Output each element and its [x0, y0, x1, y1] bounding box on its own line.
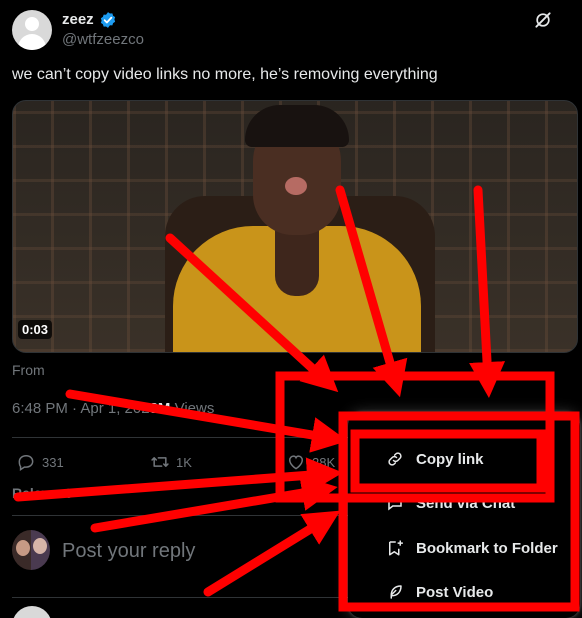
menu-item-label: Copy link [416, 450, 484, 468]
like-count: 28K [312, 454, 336, 470]
video-timestamp: 0:03 [18, 320, 53, 339]
menu-item-label: Post Video [416, 583, 494, 601]
like-button[interactable]: 28K [286, 452, 335, 472]
post-timestamp[interactable]: 6:48 PM · Apr 1, 202 [12, 400, 150, 417]
link-icon [388, 452, 402, 466]
chat-icon [388, 497, 402, 511]
next-reply-avatar[interactable] [12, 606, 52, 618]
share-menu: Copy link Send via Chat Bookmark to Fold… [348, 412, 580, 618]
heart-icon [288, 455, 304, 470]
menu-item-post-video[interactable]: Post Video [348, 570, 580, 614]
menu-item-label: Bookmark to Folder [416, 539, 558, 557]
reply-button[interactable]: 331 [16, 452, 64, 472]
repost-icon [151, 457, 169, 467]
reply-input[interactable]: Post your reply [62, 540, 195, 563]
menu-item-label: Send via Chat [416, 494, 516, 512]
menu-item-copy-link[interactable]: Copy link [348, 437, 580, 481]
reply-avatar [12, 530, 50, 570]
feather-icon [390, 585, 402, 599]
views-count: 3M [149, 400, 171, 417]
verified-badge-icon [100, 12, 116, 28]
sort-label: Relevant [12, 485, 71, 501]
reply-count: 331 [42, 454, 64, 470]
post-meta: 6:48 PM · Apr 1, 2023M Views [12, 400, 214, 417]
bookmark-plus-icon [389, 540, 403, 556]
chevron-down-icon [75, 490, 84, 496]
tweet-text: we can’t copy video links no more, he’s … [12, 66, 438, 83]
views-label: Views [174, 400, 215, 417]
reply-icon [18, 454, 34, 471]
repost-count: 1K [176, 454, 192, 470]
repost-button[interactable]: 1K [150, 452, 192, 472]
author-handle[interactable]: @wtfzeezco [62, 31, 144, 48]
from-label: From [12, 362, 45, 378]
reply-sort-dropdown[interactable]: Relevant [12, 485, 84, 501]
menu-item-bookmark-to-folder[interactable]: Bookmark to Folder [348, 526, 580, 570]
grok-icon[interactable] [533, 10, 553, 30]
author-avatar[interactable] [12, 10, 52, 50]
menu-item-send-via-chat[interactable]: Send via Chat [348, 481, 580, 525]
video-player[interactable] [12, 100, 578, 353]
author-display-name[interactable]: zeez [62, 11, 94, 28]
